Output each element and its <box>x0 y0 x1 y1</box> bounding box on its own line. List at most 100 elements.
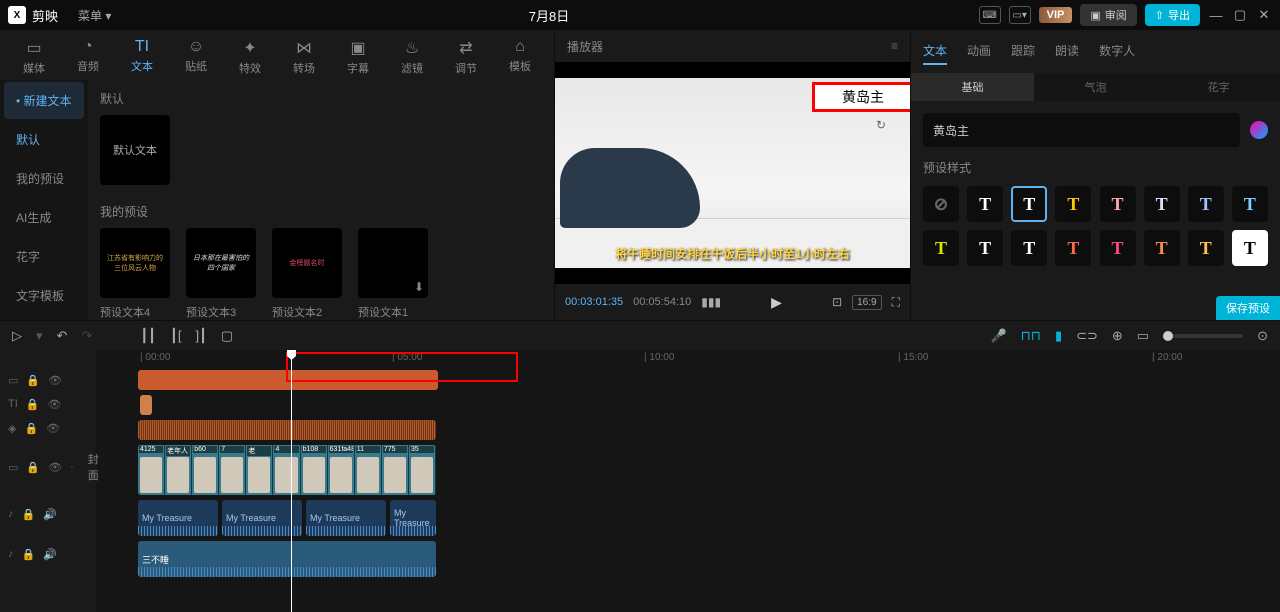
link-icon[interactable]: ▮ <box>1055 328 1062 344</box>
audio-clip-2[interactable]: My Treasure <box>222 500 302 536</box>
screen-icon[interactable]: ▭ <box>1137 328 1149 344</box>
track-head-text1[interactable]: ▭🔒👁 <box>0 368 96 392</box>
style-preset[interactable]: T <box>1100 186 1136 222</box>
sub-tab-基础[interactable]: 基础 <box>911 73 1034 101</box>
style-preset[interactable]: T <box>967 230 1003 266</box>
audio-clip-3[interactable]: My Treasure <box>306 500 386 536</box>
asset-tab-文本[interactable]: TI文本 <box>116 34 168 80</box>
preset-thumb[interactable]: 金榜题名时 <box>272 228 342 298</box>
audio-clip-1[interactable]: My Treasure <box>138 500 218 536</box>
asset-tab-滤镜[interactable]: ♨滤镜 <box>386 34 438 80</box>
sub-tab-花字[interactable]: 花字 <box>1157 73 1280 101</box>
asset-tab-调节[interactable]: ⇄调节 <box>440 34 492 80</box>
magnet-icon[interactable]: ⊓⊓ <box>1021 328 1041 344</box>
close-button[interactable]: ✕ <box>1256 7 1272 23</box>
asset-tab-音频[interactable]: ◔音频 <box>62 34 114 80</box>
color-picker-icon[interactable] <box>1250 121 1268 139</box>
sidebar-item[interactable]: 默认 <box>4 121 84 158</box>
menu-button[interactable]: 菜单 ▾ <box>70 5 119 26</box>
tool-dropdown-icon[interactable]: ▾ <box>36 328 43 344</box>
preview-menu-icon[interactable]: ≡ <box>891 39 898 53</box>
audio-clip-4[interactable]: My Treasure <box>390 500 436 536</box>
align-icon[interactable]: ⊕ <box>1112 328 1123 344</box>
maximize-button[interactable]: ▢ <box>1232 7 1248 23</box>
default-text-card[interactable]: 默认文本 <box>100 115 170 185</box>
asset-tab-媒体[interactable]: ▭媒体 <box>8 34 60 80</box>
sidebar-item[interactable]: 花字 <box>4 238 84 275</box>
asset-tab-贴纸[interactable]: ☺贴纸 <box>170 34 222 80</box>
style-preset[interactable]: T <box>1232 230 1268 266</box>
crop-tool[interactable]: ▢ <box>221 328 233 344</box>
style-preset[interactable]: T <box>1232 186 1268 222</box>
style-preset[interactable]: ⊘ <box>923 186 959 222</box>
undo-button[interactable]: ↶ <box>57 328 68 344</box>
style-preset[interactable]: T <box>1055 186 1091 222</box>
preset-thumb[interactable]: ⬇ <box>358 228 428 298</box>
timeline-ruler[interactable]: | 00:00| 05:00| 10:00| 15:00| 20:00 <box>96 350 1280 368</box>
export-button[interactable]: ⇧导出 <box>1145 4 1200 26</box>
preview-viewport[interactable]: 黄岛主 ↻ 将午睡时间安排在午饭后半小时至1小时左右 <box>555 62 910 284</box>
split-tool[interactable]: ┃┃ <box>140 328 156 344</box>
sub-tab-气泡[interactable]: 气泡 <box>1034 73 1157 101</box>
vip-badge[interactable]: VIP <box>1039 7 1073 23</box>
preview-cut-icon[interactable]: ⊂⊃ <box>1076 328 1098 344</box>
track-head-audio1[interactable]: ♪🔒🔊 <box>0 494 96 534</box>
style-preset[interactable]: T <box>967 186 1003 222</box>
track-head-video[interactable]: ▭🔒👁·封面 <box>0 440 96 494</box>
style-preset[interactable]: T <box>923 230 959 266</box>
style-preset[interactable]: T <box>1144 186 1180 222</box>
play-button[interactable]: ▶ <box>771 294 782 311</box>
style-preset[interactable]: T <box>1188 186 1224 222</box>
subtitle-clip[interactable] <box>138 420 436 440</box>
fullscreen-icon[interactable]: ⛶ <box>892 295 900 310</box>
style-preset[interactable]: T <box>1055 230 1091 266</box>
volume-bars-icon[interactable]: ▮▮▮ <box>701 295 721 309</box>
playhead[interactable] <box>291 350 292 612</box>
select-tool[interactable]: ▷ <box>12 328 22 344</box>
text-overlay[interactable]: 黄岛主 <box>812 82 910 112</box>
inspector-tab-动画[interactable]: 动画 <box>967 38 991 65</box>
aspect-ratio[interactable]: 16:9 <box>852 295 881 310</box>
fit-timeline-icon[interactable]: ⊙ <box>1257 328 1268 344</box>
style-preset[interactable]: T <box>1100 230 1136 266</box>
sidebar-item[interactable]: 我的预设 <box>4 160 84 197</box>
sidebar-item[interactable]: AI生成 <box>4 199 84 236</box>
track-head-text2[interactable]: TI🔒👁 <box>0 392 96 416</box>
inspector-tab-跟踪[interactable]: 跟踪 <box>1011 38 1035 65</box>
preset-thumb[interactable]: 日本那在最害怕的四个国家 <box>186 228 256 298</box>
track-head-wave[interactable]: ◈🔒👁 <box>0 416 96 440</box>
video-clip[interactable]: 4125老年人b607老4b108631fa481177535 <box>138 445 436 495</box>
minimize-button[interactable]: — <box>1208 8 1224 23</box>
style-preset[interactable]: T <box>1144 230 1180 266</box>
review-button[interactable]: ▣审阅 <box>1080 4 1136 26</box>
zoom-slider[interactable] <box>1163 334 1243 338</box>
text-clip-small[interactable] <box>140 395 152 415</box>
asset-tab-转场[interactable]: ⋈转场 <box>278 34 330 80</box>
asset-tab-字幕[interactable]: ▣字幕 <box>332 34 384 80</box>
refresh-icon[interactable]: ↻ <box>876 118 886 132</box>
sidebar-item[interactable]: 文字模板 <box>4 277 84 314</box>
layout-icon[interactable]: ▭▾ <box>1009 6 1031 24</box>
audio-clip-bg[interactable]: 三不睡 <box>138 541 436 577</box>
mic-icon[interactable]: 🎤 <box>990 328 1006 344</box>
trim-left-tool[interactable]: ┃[ <box>170 328 181 344</box>
inspector-tab-文本[interactable]: 文本 <box>923 38 947 65</box>
style-preset[interactable]: T <box>1011 230 1047 266</box>
trim-right-tool[interactable]: ]┃ <box>195 328 206 344</box>
focus-icon[interactable]: ⊡ <box>832 295 842 309</box>
track-head-audio2[interactable]: ♪🔒🔊 <box>0 534 96 574</box>
save-preset-button[interactable]: 保存预设 <box>1216 296 1280 320</box>
inspector-tab-朗读[interactable]: 朗读 <box>1055 38 1079 65</box>
preset-thumb[interactable]: 江苏省有影响力的三位风云人物 <box>100 228 170 298</box>
timeline-tracks[interactable]: | 00:00| 05:00| 10:00| 15:00| 20:00 4125… <box>96 350 1280 612</box>
asset-tab-模板[interactable]: ⌂模板 <box>494 34 546 80</box>
style-preset[interactable]: T <box>1188 230 1224 266</box>
text-content-input[interactable] <box>923 113 1240 147</box>
inspector-tab-数字人[interactable]: 数字人 <box>1099 38 1135 65</box>
sidebar-item[interactable]: • 新建文本 <box>4 82 84 119</box>
sidebar-item[interactable]: 识别歌词 <box>4 316 84 320</box>
style-preset[interactable]: T <box>1011 186 1047 222</box>
asset-tab-特效[interactable]: ✦特效 <box>224 34 276 80</box>
keyboard-icon[interactable]: ⌨ <box>979 6 1001 24</box>
redo-button[interactable]: ↷ <box>81 328 92 344</box>
